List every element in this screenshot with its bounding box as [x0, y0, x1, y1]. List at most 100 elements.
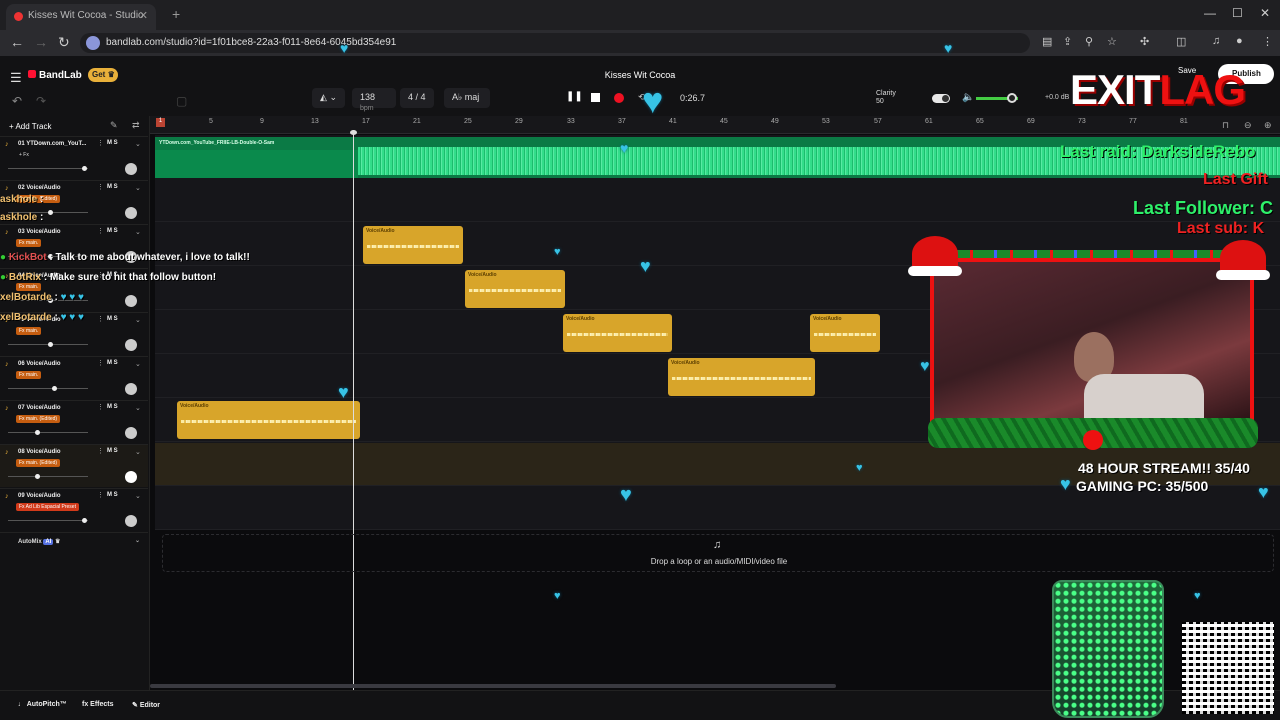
fx-tag[interactable]: Fx main. — [16, 283, 42, 291]
zoom-out-icon[interactable]: ⊖ — [1244, 120, 1252, 131]
share-icon[interactable]: ⇪ — [1063, 35, 1072, 48]
fx-tag[interactable]: + Fx — [16, 151, 32, 159]
track-header[interactable]: ♪ 09 Voice/Audio Fx Ad Lib Espacial Pres… — [0, 488, 148, 531]
audio-region[interactable]: Voice/Audio — [465, 270, 565, 308]
sidepanel-icon[interactable]: ◫ — [1176, 35, 1186, 48]
undo-icon[interactable]: ↶ — [12, 94, 22, 108]
fx-tag[interactable]: Fx main. — [16, 327, 42, 335]
autopitch-button[interactable]: ♩ AutoPitch™ — [18, 701, 67, 708]
track-header[interactable]: ♪ 08 Voice/Audio Fx main. (Edited) ⋮ M S… — [0, 444, 148, 487]
close-window-icon[interactable]: ✕ — [1260, 6, 1270, 20]
track-menu-icon[interactable]: ⋮ — [97, 227, 104, 235]
mute-solo-buttons[interactable]: M S — [107, 404, 118, 410]
expand-chevron-icon[interactable]: ⌄ — [135, 360, 141, 368]
track-volume-knob[interactable] — [48, 342, 53, 347]
track-pan-knob[interactable] — [125, 471, 137, 483]
mute-solo-buttons[interactable]: M S — [107, 492, 118, 498]
track-volume-knob[interactable] — [82, 518, 87, 523]
mute-solo-buttons[interactable]: M S — [107, 360, 118, 366]
bandlab-logo[interactable]: BandLab — [28, 70, 82, 81]
mute-solo-buttons[interactable]: M S — [107, 140, 118, 146]
browser-menu-icon[interactable]: ⋮ — [1262, 35, 1273, 48]
zoom-in-icon[interactable]: ⊕ — [1264, 120, 1272, 131]
pause-button[interactable]: ❚❚ — [566, 91, 583, 102]
clarity-toggle[interactable] — [932, 94, 950, 103]
track-header[interactable]: ♪ 06 Voice/Audio Fx main. ⋮ M S ⌄ — [0, 356, 148, 399]
audio-region[interactable]: Voice/Audio — [563, 314, 672, 352]
track-menu-icon[interactable]: ⋮ — [97, 447, 104, 455]
track-header[interactable]: ♪ 07 Voice/Audio Fx main. (Edited) ⋮ M S… — [0, 400, 148, 443]
media-icon[interactable]: ♫ — [1212, 35, 1220, 47]
stop-button[interactable] — [591, 93, 600, 102]
minimize-icon[interactable]: — — [1204, 6, 1216, 20]
track-header[interactable]: ♪ 01 YTDown.com_YouT... + Fx ⋮ M S ⌄ — [0, 136, 148, 179]
track-options-icon[interactable]: ⇄ — [132, 120, 140, 131]
timeline-ruler[interactable]: 1 5 9 13 17 21 25 29 33 37 41 45 49 53 5… — [150, 116, 1280, 134]
hamburger-menu-icon[interactable]: ☰ — [10, 70, 22, 86]
track-name[interactable]: 06 Voice/Audio — [18, 361, 61, 367]
new-tab-icon[interactable]: + — [172, 6, 180, 22]
bookmark-star-icon[interactable]: ☆ — [1107, 35, 1117, 48]
track-name[interactable]: 07 Voice/Audio — [18, 405, 61, 411]
metronome-icon[interactable]: ◭ — [320, 92, 327, 102]
track-name[interactable]: 01 YTDown.com_YouT... — [18, 141, 86, 147]
maximize-icon[interactable]: ☐ — [1232, 6, 1243, 20]
fx-tag[interactable]: Fx Ad Lib Espacial Preset — [16, 503, 79, 511]
back-icon[interactable]: ← — [10, 34, 24, 50]
expand-chevron-icon[interactable]: ⌄ — [135, 448, 141, 456]
reader-icon[interactable]: ▤ — [1042, 35, 1052, 48]
drop-zone[interactable]: ♫ Drop a loop or an audio/MIDI/video fil… — [162, 534, 1274, 572]
track-volume-knob[interactable] — [48, 210, 53, 215]
effects-button[interactable]: fx Effects — [82, 701, 114, 708]
track-volume-knob[interactable] — [35, 474, 40, 479]
metronome-control[interactable]: ◭ ⌄ — [312, 88, 345, 108]
expand-chevron-icon[interactable]: ⌄ — [135, 184, 141, 192]
track-volume-slider[interactable] — [8, 432, 88, 433]
record-button[interactable] — [614, 93, 624, 103]
track-menu-icon[interactable]: ⋮ — [97, 315, 104, 323]
track-pan-knob[interactable] — [125, 207, 137, 219]
project-title[interactable]: Kisses Wit Cocoa — [560, 70, 720, 80]
track-volume-knob[interactable] — [52, 386, 57, 391]
get-membership-button[interactable]: Get ♛ — [88, 68, 118, 82]
mute-solo-buttons[interactable]: M S — [107, 184, 118, 190]
audio-region[interactable]: Voice/Audio — [363, 226, 463, 264]
track-menu-icon[interactable]: ⋮ — [97, 183, 104, 191]
master-volume-knob[interactable] — [1007, 93, 1017, 103]
audio-region[interactable]: Voice/Audio — [810, 314, 880, 352]
playhead[interactable] — [350, 130, 357, 690]
track-name[interactable]: 03 Voice/Audio — [18, 229, 61, 235]
track-volume-knob[interactable] — [82, 166, 87, 171]
browser-tab[interactable]: Kisses Wit Cocoa - Studio ✕ — [6, 4, 156, 30]
expand-chevron-icon[interactable]: ⌄ — [135, 228, 141, 236]
close-tab-icon[interactable]: ✕ — [139, 9, 148, 22]
track-volume-slider[interactable] — [8, 476, 88, 477]
track-pan-knob[interactable] — [125, 163, 137, 175]
fx-tag[interactable]: Fx main. (Edited) — [16, 415, 61, 423]
track-name[interactable]: 09 Voice/Audio — [18, 493, 61, 499]
edit-tracks-icon[interactable]: ✎ — [110, 120, 118, 131]
add-track-button[interactable]: + Add Track — [4, 120, 56, 134]
reload-icon[interactable]: ↻ — [58, 34, 70, 51]
key-control[interactable]: A♭ maj — [444, 88, 490, 108]
track-volume-slider[interactable] — [8, 168, 88, 169]
track-menu-icon[interactable]: ⋮ — [97, 491, 104, 499]
track-pan-knob[interactable] — [125, 383, 137, 395]
automix-control[interactable]: AutoMix AI ♛ ⌄ — [0, 532, 148, 550]
track-volume-slider[interactable] — [8, 520, 88, 521]
track-volume-knob[interactable] — [35, 430, 40, 435]
mute-solo-buttons[interactable]: M S — [107, 448, 118, 454]
track-pan-knob[interactable] — [125, 515, 137, 527]
expand-chevron-icon[interactable]: ⌄ — [135, 492, 141, 500]
track-menu-icon[interactable]: ⋮ — [97, 359, 104, 367]
editor-button[interactable]: ✎ Editor — [132, 701, 160, 709]
expand-chevron-icon[interactable]: ⌄ — [135, 404, 141, 412]
redo-icon[interactable]: ↷ — [36, 94, 46, 108]
track-name[interactable]: 08 Voice/Audio — [18, 449, 61, 455]
track-name[interactable]: 02 Voice/Audio — [18, 185, 61, 191]
loop-start-marker[interactable]: 1 — [156, 118, 165, 127]
fx-tag[interactable]: Fx main. (Edited) — [16, 459, 61, 467]
horizontal-scrollbar[interactable] — [150, 684, 836, 688]
track-menu-icon[interactable]: ⋮ — [97, 403, 104, 411]
audio-region[interactable]: Voice/Audio — [668, 358, 815, 396]
